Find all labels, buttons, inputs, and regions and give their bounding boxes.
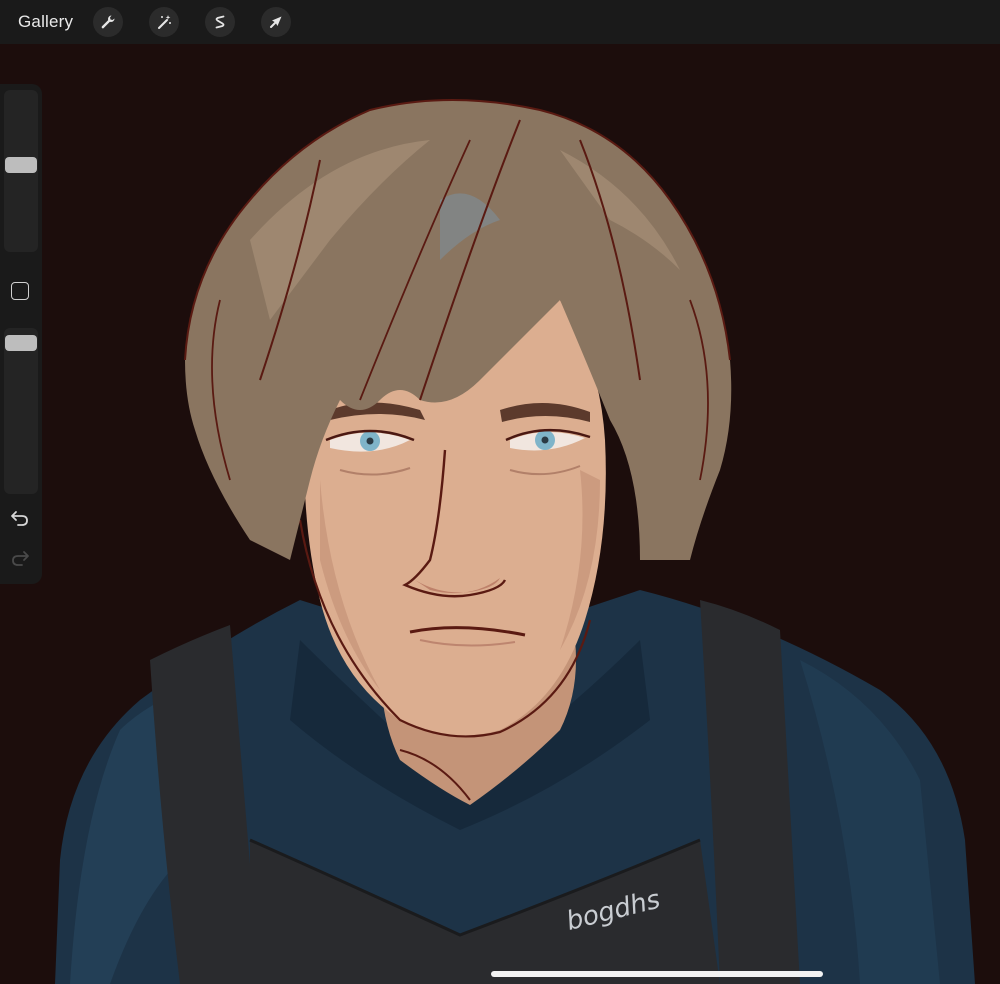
gallery-button[interactable]: Gallery bbox=[18, 12, 73, 32]
adjustments-button[interactable] bbox=[149, 7, 180, 37]
selection-s-icon bbox=[212, 14, 228, 30]
arrow-cursor-icon bbox=[268, 14, 284, 30]
transform-button[interactable] bbox=[261, 7, 292, 37]
top-toolbar: Gallery bbox=[0, 0, 1000, 44]
selection-button[interactable] bbox=[205, 7, 236, 37]
brush-size-slider[interactable] bbox=[4, 90, 38, 252]
drawing-canvas[interactable]: bogdhs bbox=[0, 44, 1000, 984]
undo-button[interactable] bbox=[9, 510, 31, 530]
left-sidebar bbox=[0, 84, 42, 584]
brush-size-thumb[interactable] bbox=[5, 157, 37, 174]
brush-opacity-slider[interactable] bbox=[4, 328, 38, 494]
portrait-artwork: bogdhs bbox=[55, 99, 975, 984]
undo-icon bbox=[10, 509, 30, 532]
wrench-icon bbox=[100, 14, 116, 30]
actions-button[interactable] bbox=[93, 7, 124, 37]
home-indicator[interactable] bbox=[491, 971, 823, 977]
redo-button[interactable] bbox=[9, 550, 31, 570]
brush-opacity-thumb[interactable] bbox=[5, 334, 37, 351]
modify-button[interactable] bbox=[11, 282, 29, 300]
magic-wand-icon bbox=[156, 14, 172, 30]
redo-icon bbox=[10, 549, 30, 572]
procreate-app: bogdhs Gallery bbox=[0, 0, 1000, 984]
